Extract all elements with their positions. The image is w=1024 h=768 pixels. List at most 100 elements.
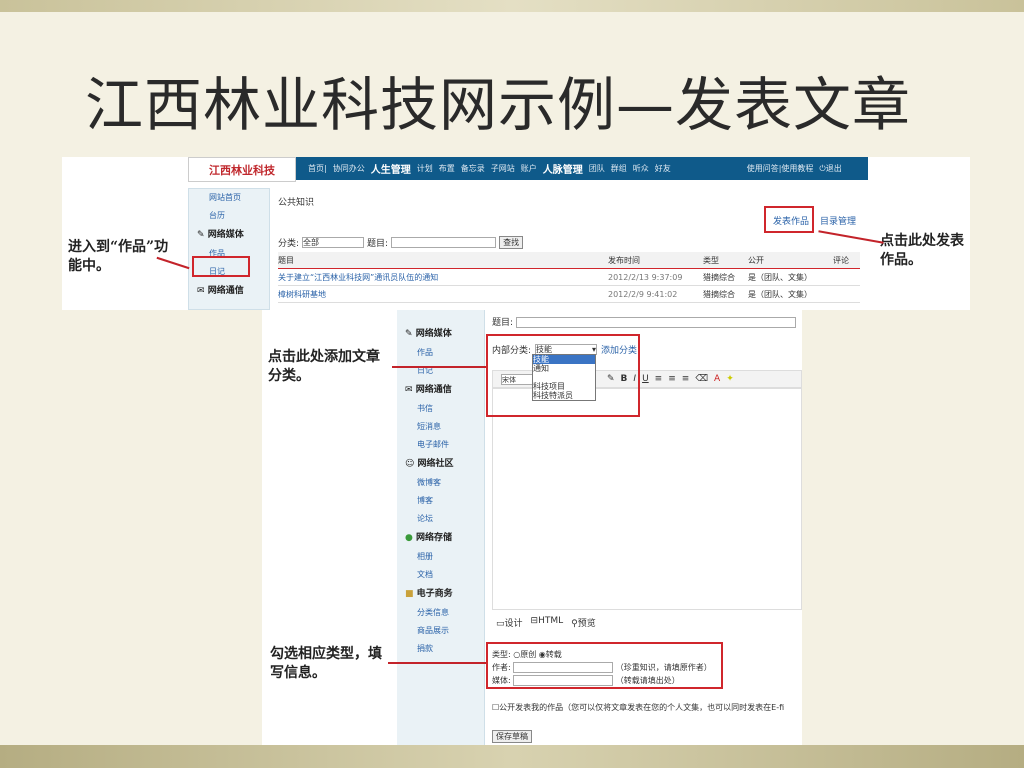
sidebar-section: ✎ 网络媒体: [397, 324, 484, 344]
title-input[interactable]: [391, 237, 497, 248]
save-draft-button[interactable]: 保存草稿: [492, 730, 532, 743]
sidebar-item-blog[interactable]: 博客: [397, 492, 484, 510]
font-color-icon[interactable]: A: [714, 374, 720, 384]
section-label: 网络通信: [415, 385, 452, 395]
pencil-icon: ✎: [405, 329, 413, 339]
sidebar-item-donate[interactable]: 捐款: [397, 640, 484, 658]
slide-title: 江西林业科技网示例—发表文章: [85, 71, 912, 139]
option[interactable]: 科技项目: [533, 382, 595, 391]
arrow: [392, 366, 486, 368]
sidebar-item-classifieds[interactable]: 分类信息: [397, 604, 484, 622]
nav-layout[interactable]: 布置: [439, 163, 455, 174]
logout-link[interactable]: ⏻退出: [819, 163, 841, 174]
tab-html[interactable]: ⊟HTML: [531, 616, 564, 629]
sidebar-item-home[interactable]: 网站首页: [189, 189, 269, 207]
site-logo[interactable]: 江西林业科技: [188, 157, 296, 182]
top-decor-strip: [0, 0, 1024, 12]
nav-team[interactable]: 团队: [589, 163, 605, 174]
align-center-icon[interactable]: ≡: [668, 374, 676, 384]
highlight-type: [486, 642, 723, 689]
search-button[interactable]: 查找: [499, 236, 524, 249]
sidebar-section: ● 网络存储: [397, 528, 484, 548]
section-label: 电子商务: [416, 589, 453, 599]
tab-label: 预览: [577, 619, 596, 629]
nav-home[interactable]: 首页|: [308, 163, 327, 174]
sidebar-item-messages[interactable]: 短消息: [397, 418, 484, 436]
nav-audience[interactable]: 听众: [633, 163, 649, 174]
row-title[interactable]: 关于建立“江西林业科技网”通讯员队伍的通知: [278, 272, 608, 283]
table-header: 题目 发布时间 类型 公开 评论: [278, 252, 860, 269]
editor-area[interactable]: [492, 388, 802, 610]
sidebar-item-microblog[interactable]: 微博客: [397, 474, 484, 492]
sidebar-item-album[interactable]: 相册: [397, 548, 484, 566]
sidebar-item-calendar[interactable]: 台历: [189, 207, 269, 225]
row-time: 2012/2/9 9:41:02: [608, 289, 678, 299]
category-select[interactable]: 全部: [302, 237, 365, 248]
mail-icon: ✉: [197, 286, 205, 296]
row-type: 猎摘综合: [703, 272, 735, 282]
filter-label: 分类:: [278, 239, 300, 249]
option[interactable]: 通知: [533, 364, 595, 373]
nav-memo[interactable]: 备忘录: [461, 163, 485, 174]
nav-plan[interactable]: 计划: [417, 163, 433, 174]
works-table: 题目 发布时间 类型 公开 评论 关于建立“江西林业科技网”通讯员队伍的通知 2…: [278, 252, 860, 303]
row-title[interactable]: 樟树科研基地: [278, 289, 608, 300]
annotation-add-category: 点击此处添加文章分类。: [268, 349, 380, 384]
col-time: 发布时间: [608, 255, 640, 265]
option[interactable]: [533, 373, 595, 382]
highlight-icon[interactable]: ✦: [726, 374, 734, 384]
sidebar-item-diary[interactable]: 日记: [397, 362, 484, 380]
sidebar-section: ✉ 网络通信: [397, 380, 484, 400]
table-row[interactable]: 樟树科研基地 2012/2/9 9:41:02 猎摘综合 是（团队、文集）: [278, 286, 860, 303]
filter-bar: 分类: 全部 题目: 查找: [278, 236, 524, 249]
category-dropdown: 技能 通知 科技项目 科技特派员: [532, 354, 596, 401]
tab-preview[interactable]: ⚲预览: [571, 616, 596, 629]
col-comment: 评论: [833, 255, 849, 265]
table-row[interactable]: 关于建立“江西林业科技网”通讯员队伍的通知 2012/2/13 9:37:09 …: [278, 269, 860, 286]
bottom-decor-strip: [0, 745, 1024, 768]
nav-group[interactable]: 群组: [611, 163, 627, 174]
highlight-works: [192, 256, 250, 277]
col-title: 题目: [278, 255, 294, 265]
breadcrumb: 公共知识: [278, 198, 315, 208]
help-link[interactable]: 使用问答|使用教程: [747, 163, 814, 174]
option[interactable]: 科技特派员: [533, 391, 595, 400]
sidebar: 网站首页 台历 ✎ 网络媒体 作品 日记 ✉ 网络通信: [188, 188, 270, 310]
eraser-icon[interactable]: ⌫: [695, 374, 708, 384]
arrow: [388, 662, 486, 664]
highlight-publish: [764, 206, 814, 233]
sidebar-item-products[interactable]: 商品展示: [397, 622, 484, 640]
col-type: 类型: [703, 255, 719, 265]
section-label: 网络存储: [416, 533, 453, 543]
category-value: 全部: [303, 238, 320, 247]
shop-icon: ■: [405, 589, 414, 599]
nav-account[interactable]: 账户: [521, 163, 537, 174]
annotation-select-type: 勾选相应类型，填写信息。: [270, 646, 382, 681]
row-public: 是（团队、文集）: [748, 289, 812, 299]
nav-friends[interactable]: 好友: [655, 163, 671, 174]
public-option[interactable]: ☐公开发表我的作品（您可以仅将文章发表在您的个人文集，也可以同时发表在E-fi: [492, 702, 802, 713]
underline-icon[interactable]: U: [642, 374, 649, 384]
nav-section-life[interactable]: 人生管理: [371, 161, 411, 176]
align-right-icon[interactable]: ≡: [682, 374, 690, 384]
sidebar-item-docs[interactable]: 文档: [397, 566, 484, 584]
section-label: 网络通信: [207, 286, 244, 296]
section-label: 网络媒体: [415, 329, 452, 339]
sidebar-item-forum[interactable]: 论坛: [397, 510, 484, 528]
option[interactable]: 技能: [533, 355, 595, 364]
nav-section-contacts[interactable]: 人脉管理: [543, 161, 583, 176]
tab-label: HTML: [538, 616, 564, 626]
align-left-icon[interactable]: ≡: [655, 374, 663, 384]
sidebar-item-email[interactable]: 电子邮件: [397, 436, 484, 454]
col-public: 公开: [748, 255, 764, 265]
sidebar-item-letters[interactable]: 书信: [397, 400, 484, 418]
section-label: 网络社区: [417, 459, 454, 469]
nav-subsite[interactable]: 子网站: [491, 163, 515, 174]
tab-design[interactable]: ▭设计: [496, 616, 523, 629]
sidebar-item-works[interactable]: 作品: [397, 344, 484, 362]
sidebar-section: ■ 电子商务: [397, 584, 484, 604]
catalog-manage-link[interactable]: 目录管理: [820, 214, 856, 227]
nav-office[interactable]: 协同办公: [333, 163, 365, 174]
title-input[interactable]: [515, 317, 796, 328]
tab-label: 设计: [504, 619, 523, 629]
